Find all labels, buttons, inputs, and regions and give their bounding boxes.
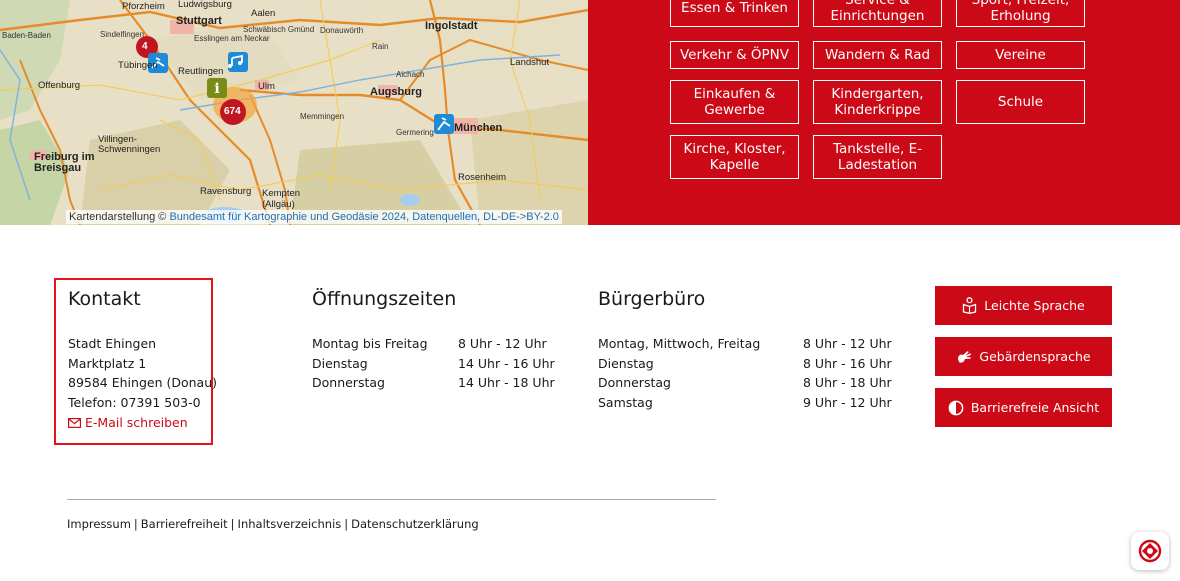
category-service-einrichtungen[interactable]: Service & Einrichtungen xyxy=(813,0,942,27)
svg-text:i: i xyxy=(214,81,219,97)
map-cluster-small[interactable]: 4 xyxy=(142,41,148,52)
map-label-tuebingen: Tübingen xyxy=(118,60,158,71)
kontakt-title: Kontakt xyxy=(68,288,141,310)
category-verkehr-oepnv[interactable]: Verkehr & ÖPNV xyxy=(670,41,799,69)
category-essen-trinken[interactable]: Essen & Trinken xyxy=(670,0,799,27)
buergerbuero-day: Donnerstag xyxy=(598,375,671,390)
oeffnungszeiten-day: Dienstag xyxy=(312,356,368,371)
map-label-donauwoerth: Donauwörth xyxy=(320,26,364,35)
contrast-icon xyxy=(948,400,964,415)
category-panel: Essen & Trinken Service & Einrichtungen … xyxy=(588,0,1180,225)
oeffnungszeiten-title: Öffnungszeiten xyxy=(312,288,457,310)
oeffnungszeiten-day: Montag bis Freitag xyxy=(312,336,428,351)
buergerbuero-title: Bürgerbüro xyxy=(598,288,706,310)
category-kindergarten[interactable]: Kindergarten, Kinderkrippe xyxy=(813,80,942,124)
buergerbuero-time: 8 Uhr - 12 Uhr xyxy=(803,336,892,351)
map-label-baden: Baden-Baden xyxy=(2,31,51,40)
category-einkaufen-gewerbe[interactable]: Einkaufen & Gewerbe xyxy=(670,80,799,124)
category-vereine[interactable]: Vereine xyxy=(956,41,1085,69)
map-label-germering: Germering xyxy=(396,128,434,137)
email-link[interactable]: E-Mail schreiben xyxy=(68,415,188,430)
map-label-aichach: Aichach xyxy=(396,70,425,79)
map-attribution-prefix: Kartendarstellung © xyxy=(69,211,167,223)
map-label-rosenheim: Rosenheim xyxy=(458,172,507,183)
top-section: i Pforzheim Ludwigsburg Stuttgart Aalen … xyxy=(0,0,1180,225)
legal-separator: | xyxy=(344,517,349,531)
map-cluster-large[interactable]: 674 xyxy=(224,106,241,117)
inhaltsverzeichnis-link[interactable]: Inhaltsverzeichnis xyxy=(238,517,342,531)
envelope-icon xyxy=(68,417,81,428)
sign-language-icon xyxy=(958,350,972,363)
buergerbuero-day: Samstag xyxy=(598,395,653,410)
accessibility-widget-button[interactable] xyxy=(1131,532,1169,570)
category-schule[interactable]: Schule xyxy=(956,80,1085,124)
barrierefreiheit-link[interactable]: Barrierefreiheit xyxy=(141,517,228,531)
map-label-landshut: Landshut xyxy=(510,57,550,68)
kontakt-line-phone: Telefon: 07391 503-0 xyxy=(68,395,201,410)
map[interactable]: i Pforzheim Ludwigsburg Stuttgart Aalen … xyxy=(0,0,588,225)
map-attribution: Kartendarstellung © Bundesamt für Kartog… xyxy=(66,210,562,224)
gebaerdensprache-button[interactable]: Gebärdensprache xyxy=(935,337,1112,376)
category-kirche-kloster[interactable]: Kirche, Kloster, Kapelle xyxy=(670,135,799,179)
leichte-sprache-label: Leichte Sprache xyxy=(984,298,1085,313)
impressum-link[interactable]: Impressum xyxy=(67,517,131,531)
buergerbuero-time: 8 Uhr - 16 Uhr xyxy=(803,356,892,371)
map-label-freiburg: Freiburg im Breisgau xyxy=(34,151,95,174)
map-label-muenchen: München xyxy=(454,122,503,134)
oeffnungszeiten-time: 14 Uhr - 18 Uhr xyxy=(458,375,555,390)
buergerbuero-day: Montag, Mittwoch, Freitag xyxy=(598,336,761,351)
map-label-kempten: Kempten (Allgäu) xyxy=(262,188,301,210)
map-label-ravensburg: Ravensburg xyxy=(200,186,252,197)
map-label-pforzheim: Pforzheim xyxy=(122,1,165,12)
map-label-rain: Rain xyxy=(372,42,389,51)
footer-divider xyxy=(67,499,716,500)
map-label-reutlingen: Reutlingen xyxy=(178,66,224,77)
map-label-memmingen: Memmingen xyxy=(300,112,345,121)
map-label-ulm: Ulm xyxy=(258,81,275,92)
legal-separator: | xyxy=(133,517,138,531)
kontakt-line-street: Marktplatz 1 xyxy=(68,356,147,371)
buergerbuero-time: 8 Uhr - 18 Uhr xyxy=(803,375,892,390)
oeffnungszeiten-time: 14 Uhr - 16 Uhr xyxy=(458,356,555,371)
map-label-esslingen: Esslingen am Neckar xyxy=(194,34,270,43)
accessibility-widget-icon xyxy=(1138,539,1162,563)
map-label-offenburg: Offenburg xyxy=(38,80,81,91)
oeffnungszeiten-time: 8 Uhr - 12 Uhr xyxy=(458,336,547,351)
datenschutz-link[interactable]: Datenschutzerklärung xyxy=(351,517,479,531)
email-link-label: E-Mail schreiben xyxy=(85,415,188,430)
barrierefreie-ansicht-label: Barrierefreie Ansicht xyxy=(970,400,1100,415)
barrierefreie-ansicht-button[interactable]: Barrierefreie Ansicht xyxy=(935,388,1112,427)
oeffnungszeiten-day: Donnerstag xyxy=(312,375,385,390)
buergerbuero-time: 9 Uhr - 12 Uhr xyxy=(803,395,892,410)
map-label-ludwigsburg: Ludwigsburg xyxy=(178,0,232,10)
leichte-sprache-button[interactable]: Leichte Sprache xyxy=(935,286,1112,325)
gebaerdensprache-label: Gebärdensprache xyxy=(979,349,1091,364)
category-tankstelle[interactable]: Tankstelle, E- Ladestation xyxy=(813,135,942,179)
category-sport-freizeit[interactable]: Sport, Freizeit, Erholung xyxy=(956,0,1085,27)
kontakt-line-org: Stadt Ehingen xyxy=(68,336,157,351)
kontakt-line-city: 89584 Ehingen (Donau) xyxy=(68,375,218,390)
legal-links: Impressum | Barrierefreiheit | Inhaltsve… xyxy=(67,517,479,531)
easy-language-icon xyxy=(963,297,977,314)
category-wandern-rad[interactable]: Wandern & Rad xyxy=(813,41,942,69)
map-label-aalen: Aalen xyxy=(251,8,276,19)
legal-separator: | xyxy=(230,517,235,531)
buergerbuero-day: Dienstag xyxy=(598,356,654,371)
map-label-augsburg: Augsburg xyxy=(370,86,422,98)
map-label-schwgmuend: Schwäbisch Gmünd xyxy=(243,25,315,34)
map-label-sindelfingen: Sindelfingen xyxy=(100,30,145,39)
map-label-ingolstadt: Ingolstadt xyxy=(425,20,478,32)
map-label-villingen: Villingen-Schwenningen xyxy=(98,134,161,155)
map-attribution-link[interactable]: Bundesamt für Kartographie und Geodäsie … xyxy=(169,211,558,223)
map-label-stuttgart: Stuttgart xyxy=(176,15,222,27)
